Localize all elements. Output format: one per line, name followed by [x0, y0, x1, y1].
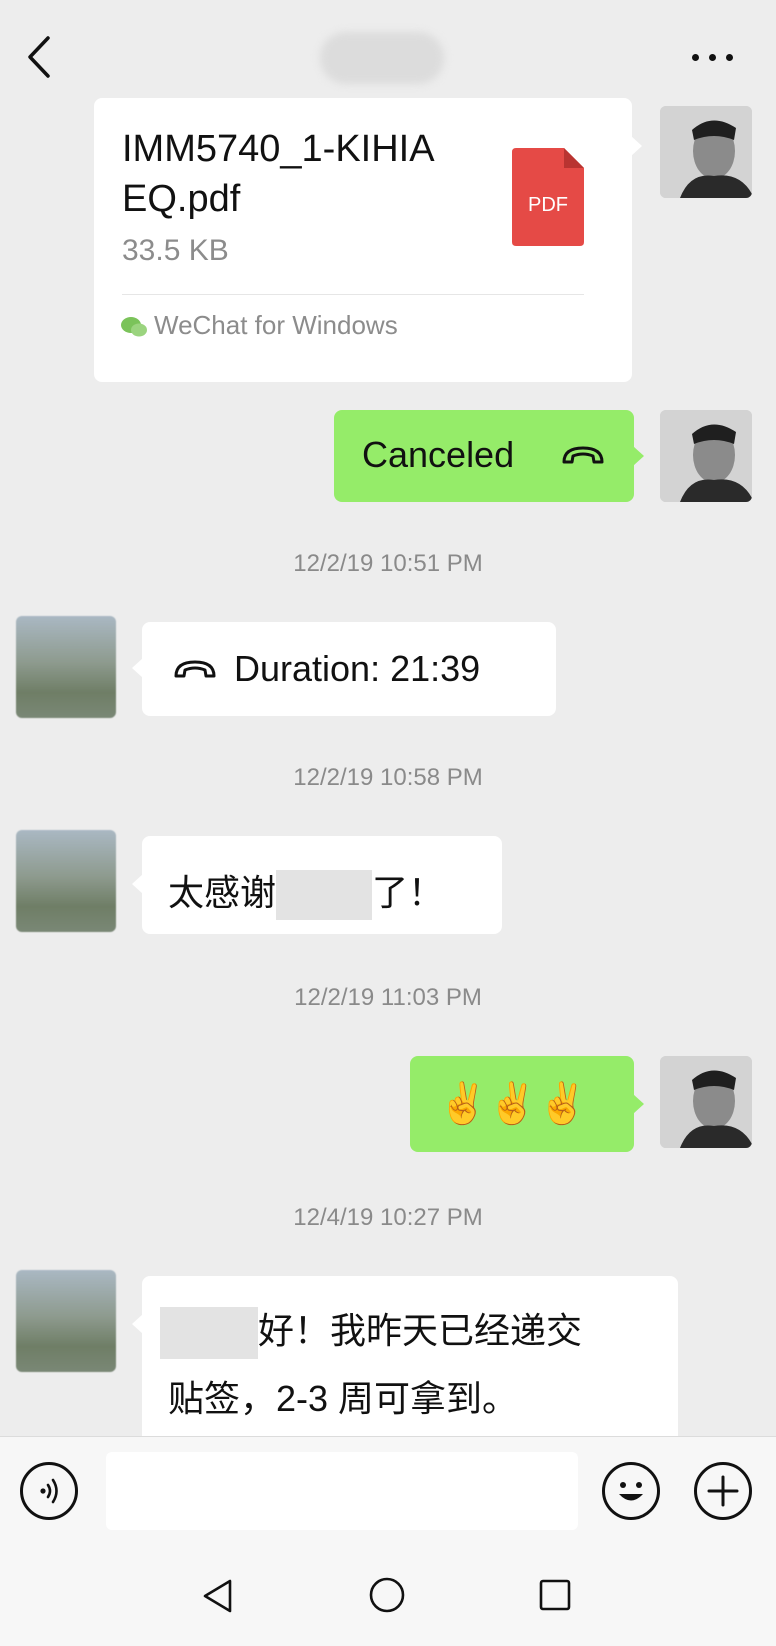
emoji-icon[interactable] [602, 1462, 660, 1520]
text-message-bubble[interactable]: 好！我昨天已经递交 贴签，2-3 周可拿到。 [132, 1276, 678, 1446]
victory-hand-emoji: ✌️✌️✌️ [438, 1082, 588, 1126]
chat-input-bar [0, 1436, 776, 1545]
message-text-line1: 好！我昨天已经递交 [160, 1302, 583, 1360]
message-text-prefix: 太感谢 [168, 872, 277, 913]
voice-input-icon[interactable] [20, 1462, 78, 1520]
message-text-line2: 贴签，2-3 周可拿到。 [168, 1378, 519, 1419]
redacted-name [276, 870, 373, 921]
divider [122, 294, 584, 295]
call-canceled-bubble[interactable]: Canceled [334, 410, 644, 502]
my-avatar[interactable] [660, 106, 752, 198]
timestamp: 12/2/19 11:03 PM [294, 984, 482, 1011]
message-input[interactable] [106, 1452, 578, 1530]
call-duration-bubble[interactable]: Duration: 21:39 [132, 622, 556, 716]
nav-recents-icon[interactable] [538, 1578, 572, 1612]
back-icon[interactable] [22, 34, 62, 80]
call-duration-label: Duration: 21:39 [234, 648, 481, 689]
timestamp: 12/2/19 10:51 PM [293, 550, 483, 577]
contact-avatar[interactable] [16, 616, 116, 718]
file-size: 33.5 KB [122, 234, 229, 267]
phone-icon [172, 658, 218, 687]
redacted-name [160, 1307, 258, 1360]
chat-title-redacted [320, 32, 444, 84]
message-text: 太感谢 了！ [168, 864, 445, 921]
pdf-file-icon: PDF [512, 148, 584, 246]
add-icon[interactable] [694, 1462, 752, 1520]
my-avatar[interactable] [660, 1056, 752, 1148]
text-message-bubble[interactable]: 太感谢 了！ [132, 836, 502, 934]
message-text-suffix: 了！ [372, 872, 445, 913]
file-source-label: WeChat for Windows [154, 310, 398, 340]
more-options-icon[interactable] [688, 44, 738, 70]
file-message-card[interactable]: IMM5740_1-KIHIAEQ.pdf PDF 33.5 KB WeChat… [94, 98, 642, 382]
message-text-line1-label: 好！我昨天已经递交 [258, 1310, 583, 1351]
contact-avatar[interactable] [16, 1270, 116, 1372]
chat-header [0, 0, 776, 110]
timestamp: 12/2/19 10:58 PM [293, 764, 483, 791]
hang-up-phone-icon [560, 444, 606, 473]
system-nav-bar [0, 1544, 776, 1646]
contact-avatar[interactable] [16, 830, 116, 932]
call-canceled-label: Canceled [362, 434, 515, 475]
file-name: IMM5740_1-KIHIAEQ.pdf [122, 128, 435, 220]
nav-home-icon[interactable] [368, 1576, 406, 1614]
pdf-badge-label: PDF [528, 194, 568, 216]
wechat-logo-icon [120, 316, 148, 338]
nav-back-icon[interactable] [200, 1578, 236, 1614]
timestamp: 12/4/19 10:27 PM [293, 1204, 483, 1231]
my-avatar[interactable] [660, 410, 752, 502]
emoji-message-bubble[interactable]: ✌️✌️✌️ [410, 1056, 644, 1152]
